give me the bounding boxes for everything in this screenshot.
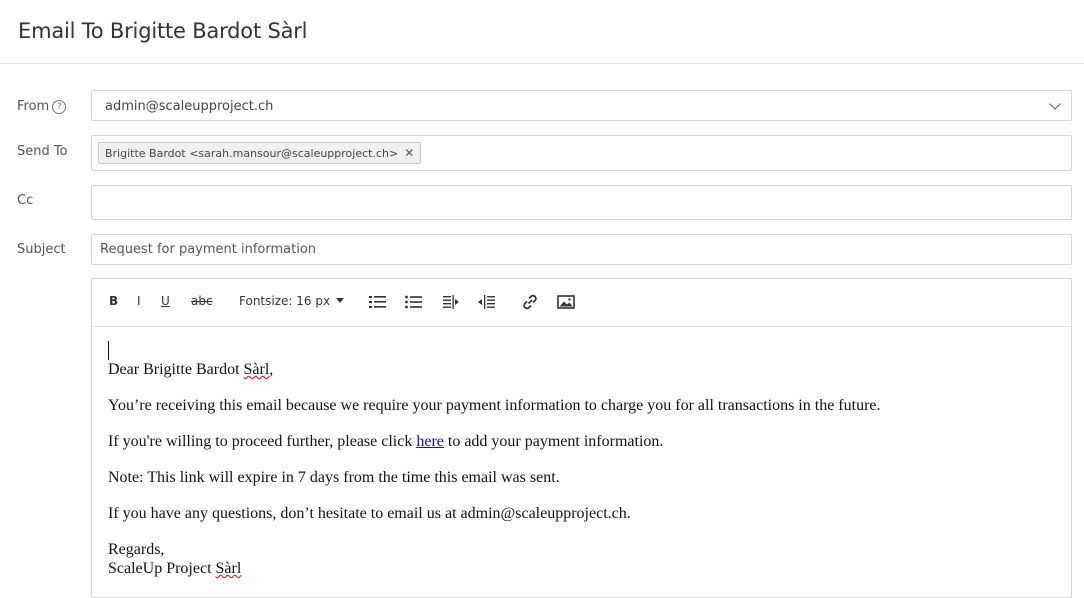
page-header: Email To Brigitte Bardot Sàrl: [0, 0, 1084, 64]
spellcheck-word: Sàrl: [243, 361, 270, 378]
ordered-list-icon[interactable]: [369, 294, 387, 310]
send-to-field[interactable]: Brigitte Bardot <sarah.mansour@scaleuppr…: [91, 135, 1072, 171]
unordered-list-icon[interactable]: [405, 294, 423, 310]
recipient-chip-label: Brigitte Bardot <sarah.mansour@scaleuppr…: [105, 147, 399, 160]
italic-button[interactable]: I: [137, 294, 141, 308]
body-line-2: If you're willing to proceed further, pl…: [108, 433, 664, 450]
page-title: Email To Brigitte Bardot Sàrl: [18, 19, 308, 43]
outdent-icon[interactable]: [478, 294, 496, 310]
send-to-label: Send To: [17, 144, 68, 159]
text-cursor: [108, 341, 109, 360]
cc-label: Cc: [17, 193, 34, 208]
message-body[interactable]: Dear Brigitte Bardot Sàrl, You’re receiv…: [108, 341, 1058, 578]
help-icon[interactable]: ?: [52, 100, 67, 114]
body-line-3: Note: This link will expire in 7 days fr…: [108, 469, 560, 486]
chevron-down-icon: [1049, 98, 1061, 110]
signature-block: Regards, ScaleUp Project Sàrl: [108, 541, 242, 577]
fontsize-dropdown[interactable]: Fontsize: 16 px: [239, 294, 345, 308]
editor-toolbar: B I U abc Fontsize: 16 px: [92, 279, 1071, 327]
cc-field[interactable]: [91, 185, 1072, 220]
image-icon[interactable]: [557, 294, 575, 310]
recipient-chip[interactable]: Brigitte Bardot <sarah.mansour@scaleuppr…: [98, 142, 422, 164]
subject-input[interactable]: Request for payment information: [91, 234, 1072, 265]
payment-link[interactable]: here: [416, 433, 444, 450]
body-line-1: You’re receiving this email because we r…: [108, 397, 881, 414]
remove-recipient-icon[interactable]: ✕: [404, 143, 414, 163]
link-icon[interactable]: [521, 294, 539, 310]
from-label: From?: [17, 99, 67, 114]
subject-label: Subject: [17, 242, 66, 257]
spellcheck-word: Sàrl: [215, 560, 242, 577]
regards-line: Regards,: [108, 541, 165, 558]
strikethrough-button[interactable]: abc: [191, 294, 213, 308]
from-select[interactable]: admin@scaleupproject.ch: [91, 90, 1072, 121]
fontsize-label: Fontsize: 16 px: [239, 294, 331, 308]
greeting-line: Dear Brigitte Bardot Sàrl,: [108, 361, 274, 378]
from-select-value: admin@scaleupproject.ch: [105, 99, 274, 114]
indent-icon[interactable]: [443, 294, 461, 310]
subject-value: Request for payment information: [100, 242, 317, 257]
caret-down-icon: [336, 298, 345, 303]
underline-button[interactable]: U: [161, 294, 170, 308]
bold-button[interactable]: B: [109, 294, 118, 308]
body-line-4: If you have any questions, don’t hesitat…: [108, 505, 631, 522]
message-editor[interactable]: B I U abc Fontsize: 16 px Dear Brigitte …: [91, 278, 1072, 598]
